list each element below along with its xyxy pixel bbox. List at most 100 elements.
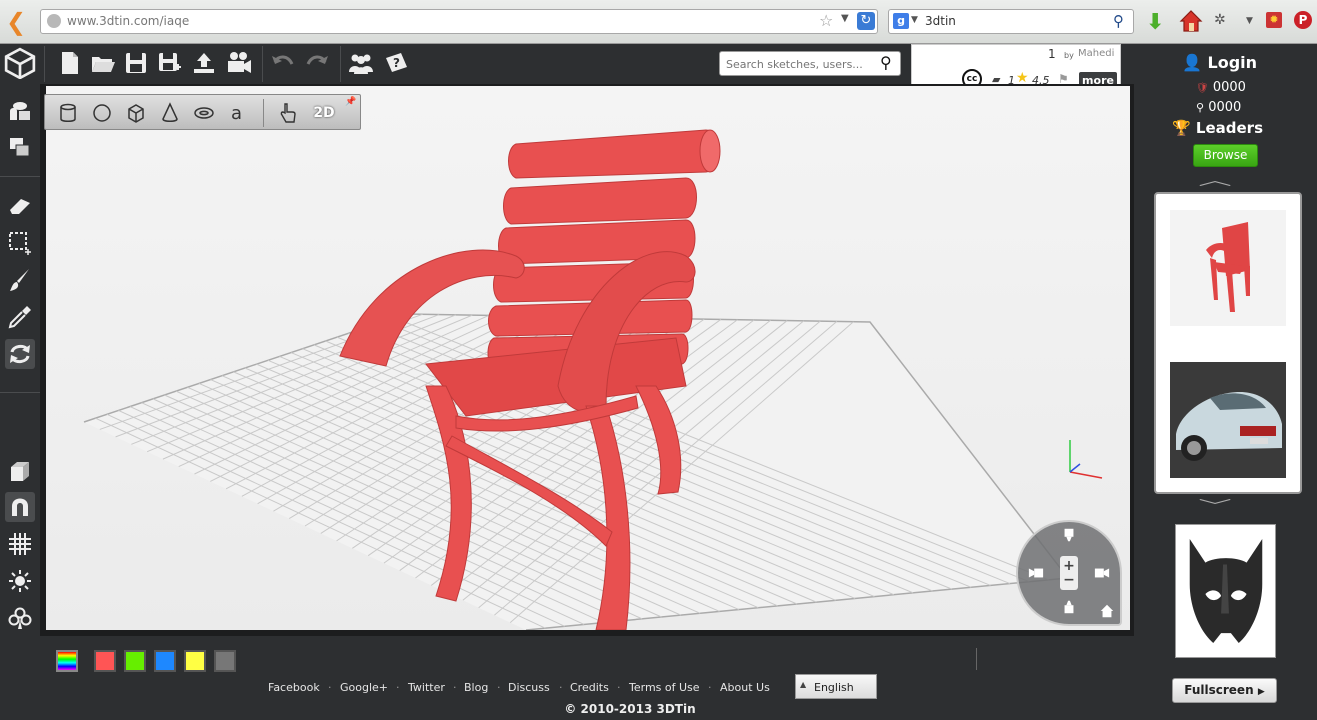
logo-cube-icon[interactable] bbox=[3, 46, 37, 80]
bookmark-star-icon[interactable]: ☆ bbox=[819, 11, 833, 30]
user-icon: 👤 bbox=[1182, 53, 1202, 72]
view-left-icon[interactable] bbox=[1026, 564, 1046, 582]
footer-link-googleplus[interactable]: Google+ bbox=[340, 681, 388, 694]
fullscreen-label: Fullscreen bbox=[1184, 683, 1254, 697]
zoom-in-icon[interactable]: + bbox=[1063, 559, 1075, 573]
thumbnail-car[interactable] bbox=[1170, 362, 1286, 478]
sketch-thumbnails bbox=[1154, 192, 1302, 494]
by-label: by bbox=[1064, 51, 1074, 60]
author-link[interactable]: Mahedi bbox=[1078, 48, 1114, 59]
sketch-search-box[interactable]: ⚲ bbox=[719, 51, 901, 76]
color-swatch-yellow[interactable] bbox=[184, 650, 206, 672]
grid-icon[interactable] bbox=[5, 529, 35, 559]
search-icon[interactable]: ⚲ bbox=[880, 53, 892, 72]
text-shape-icon[interactable]: a bbox=[225, 100, 251, 126]
address-bar[interactable]: www.3dtin.com/iaqe ☆ ▼ ↻ bbox=[40, 9, 878, 34]
torus-icon[interactable] bbox=[191, 100, 217, 126]
group-icon[interactable] bbox=[5, 96, 35, 126]
footer-link-twitter[interactable]: Twitter bbox=[408, 681, 445, 694]
color-swatch-red[interactable] bbox=[94, 650, 116, 672]
footer-link-about[interactable]: About Us bbox=[720, 681, 770, 694]
rotate-icon[interactable] bbox=[5, 339, 35, 369]
eraser-icon[interactable] bbox=[5, 190, 35, 220]
chevron-down-icon[interactable]: ▼ bbox=[1246, 16, 1253, 26]
firebug-icon[interactable]: ✲ bbox=[1214, 12, 1226, 28]
3d-viewport[interactable] bbox=[40, 84, 1134, 636]
help-icon[interactable]: ? bbox=[381, 48, 411, 78]
box-3d-icon[interactable] bbox=[5, 456, 35, 486]
light-icon[interactable] bbox=[5, 566, 35, 596]
clubs-icon[interactable] bbox=[5, 603, 35, 633]
3d-canvas[interactable] bbox=[46, 86, 1130, 631]
undo-icon[interactable] bbox=[268, 48, 298, 78]
google-icon[interactable]: g bbox=[893, 13, 909, 29]
footer-link-facebook[interactable]: Facebook bbox=[268, 681, 320, 694]
view-bottom-icon[interactable] bbox=[1060, 598, 1078, 616]
paint-brush-icon[interactable] bbox=[5, 265, 35, 295]
addon-icon[interactable]: ✹ bbox=[1266, 12, 1282, 28]
color-swatch-blue[interactable] bbox=[154, 650, 176, 672]
chevron-up-icon: ▲ bbox=[800, 680, 807, 689]
browser-search-input[interactable]: 3dtin bbox=[925, 14, 956, 28]
sketch-search-input[interactable] bbox=[726, 55, 876, 73]
video-camera-icon[interactable] bbox=[224, 48, 254, 78]
zoom-control[interactable]: + − bbox=[1060, 556, 1078, 590]
language-select[interactable]: ▲ English bbox=[795, 674, 877, 699]
axis-gizmo bbox=[1069, 440, 1103, 479]
footer-link-blog[interactable]: Blog bbox=[464, 681, 488, 694]
magnifier-icon[interactable]: ⚲ bbox=[1113, 12, 1124, 30]
save-as-icon[interactable] bbox=[154, 48, 184, 78]
browse-button[interactable]: Browse bbox=[1193, 144, 1258, 167]
magnet-icon[interactable] bbox=[5, 492, 35, 522]
cylinder-icon[interactable] bbox=[55, 100, 81, 126]
color-swatch-green[interactable] bbox=[124, 650, 146, 672]
footer-link-credits[interactable]: Credits bbox=[570, 681, 609, 694]
chevron-down-icon[interactable]: ▼ bbox=[841, 13, 849, 24]
upload-icon[interactable] bbox=[189, 48, 219, 78]
pinterest-icon[interactable]: P bbox=[1294, 11, 1312, 29]
view-top-icon[interactable] bbox=[1060, 526, 1078, 544]
new-file-icon[interactable] bbox=[55, 48, 85, 78]
fullscreen-button[interactable]: Fullscreen ▶ bbox=[1172, 678, 1277, 703]
browser-toolbar: ❮ www.3dtin.com/iaqe ☆ ▼ ↻ g ▼ 3dtin ⚲ ⬇… bbox=[0, 0, 1317, 44]
color-picker-rainbow[interactable] bbox=[56, 650, 78, 672]
community-icon[interactable] bbox=[346, 48, 376, 78]
eyedropper-icon[interactable] bbox=[5, 302, 35, 332]
pin-icon[interactable]: 📌 bbox=[345, 97, 356, 107]
save-icon[interactable] bbox=[121, 48, 151, 78]
reload-icon[interactable]: ↻ bbox=[857, 12, 875, 30]
download-arrow-icon[interactable]: ⬇ bbox=[1146, 10, 1164, 35]
back-arrow-icon[interactable]: ❮ bbox=[6, 9, 28, 35]
svg-text:?: ? bbox=[393, 56, 400, 70]
url-text[interactable]: www.3dtin.com/iaqe bbox=[67, 14, 189, 28]
login-link[interactable]: 👤 Login bbox=[1182, 53, 1257, 72]
chevron-down-icon[interactable]: ﹀ bbox=[1198, 496, 1232, 516]
chevron-down-icon[interactable]: ▼ bbox=[911, 15, 918, 25]
redo-icon[interactable] bbox=[302, 48, 332, 78]
zoom-out-icon[interactable]: − bbox=[1063, 573, 1075, 587]
chevron-up-icon[interactable]: ︿ bbox=[1198, 170, 1232, 190]
footer-link-discuss[interactable]: Discuss bbox=[508, 681, 550, 694]
hand-pointer-icon[interactable] bbox=[275, 100, 301, 126]
leaders-link[interactable]: 🏆 Leaders bbox=[1172, 119, 1263, 137]
sphere-icon[interactable] bbox=[89, 100, 115, 126]
chevron-right-icon: ▶ bbox=[1257, 687, 1265, 697]
view-right-icon[interactable] bbox=[1092, 564, 1112, 582]
thumbnail-chair[interactable] bbox=[1170, 210, 1286, 326]
trophy-icon: 🏆 bbox=[1172, 119, 1191, 137]
select-box-icon[interactable] bbox=[5, 228, 35, 258]
home-view-icon[interactable] bbox=[1098, 602, 1116, 620]
shield-icon: 🛡 bbox=[1196, 83, 1209, 94]
layers-icon[interactable] bbox=[5, 133, 35, 163]
browser-search-bar[interactable]: g ▼ 3dtin ⚲ bbox=[888, 9, 1134, 34]
cube-icon[interactable] bbox=[123, 100, 149, 126]
color-swatch-gray[interactable] bbox=[214, 650, 236, 672]
thumbnail-mask[interactable] bbox=[1175, 524, 1276, 658]
footer-link-terms[interactable]: Terms of Use bbox=[629, 681, 700, 694]
open-folder-icon[interactable] bbox=[88, 48, 118, 78]
home-icon[interactable] bbox=[1178, 8, 1204, 34]
cone-icon[interactable] bbox=[157, 100, 183, 126]
stat-value-1: 0000 bbox=[1212, 80, 1246, 95]
2d-icon[interactable]: 2D bbox=[309, 100, 339, 126]
shape-toolbar: a 2D 📌 bbox=[44, 94, 361, 130]
